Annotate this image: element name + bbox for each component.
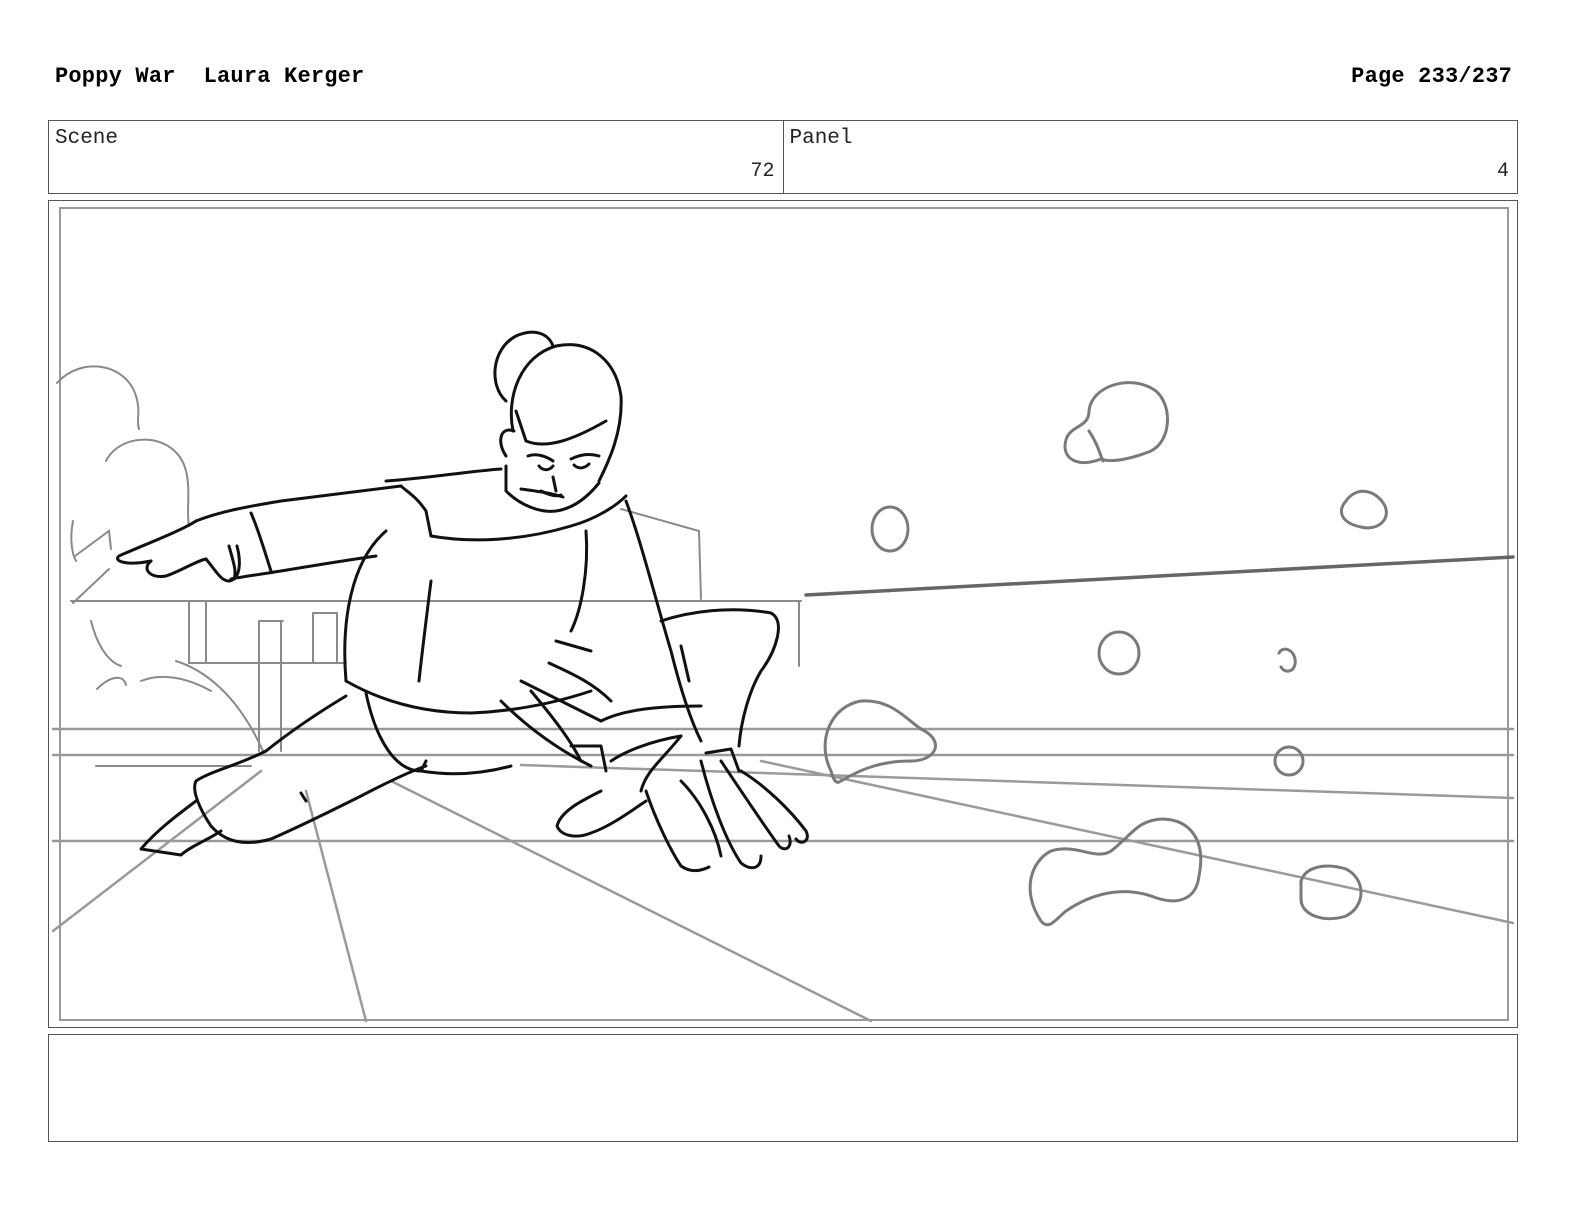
page-header: Poppy War Laura Kerger Page 233/237 <box>55 64 1512 96</box>
page-number: Page 233/237 <box>1351 64 1512 89</box>
debris-rocks <box>823 381 1388 927</box>
panel-label: Panel <box>789 127 853 150</box>
notes-box <box>48 1034 1518 1142</box>
scene-label: Scene <box>55 127 119 150</box>
background-buildings <box>70 508 802 767</box>
panel-cell: Panel 4 <box>782 121 1518 193</box>
scene-panel-info: Scene 72 Panel 4 <box>48 120 1518 194</box>
header-left: Poppy War Laura Kerger <box>55 64 364 89</box>
artist-name: Laura Kerger <box>203 64 365 89</box>
storyboard-sketch <box>51 207 1515 1023</box>
storyboard-frame <box>48 200 1518 1028</box>
scene-number: 72 <box>750 160 775 183</box>
panel-number: 4 <box>1496 160 1509 183</box>
sword-beam-line <box>804 555 1515 597</box>
project-title: Poppy War <box>55 64 176 89</box>
safe-area-border <box>59 207 1509 1021</box>
scene-cell: Scene 72 <box>49 121 783 193</box>
